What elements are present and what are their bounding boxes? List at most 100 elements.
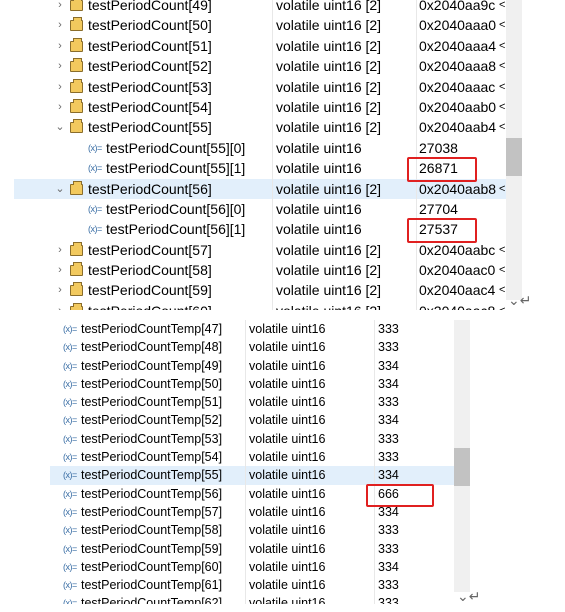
table-row[interactable]: › testPeriodCount[49] volatile uint16 [2] 0… [14, 0, 506, 16]
variable-type: volatile uint16 [276, 221, 362, 238]
variable-value[interactable]: 333 [378, 338, 448, 356]
variable-name: testPeriodCountTemp[58] [81, 523, 223, 538]
variable-value[interactable]: 334 [378, 411, 448, 429]
chevron-right-icon[interactable]: › [54, 0, 66, 15]
table-row[interactable]: (x)= testPeriodCountTemp[58] volatile uint… [50, 521, 454, 540]
chevron-right-icon[interactable]: › [54, 15, 66, 35]
table-row[interactable]: (x)= testPeriodCountTemp[60] volatile uint… [50, 557, 454, 577]
chevron-right-icon[interactable]: › [54, 280, 66, 300]
variable-value[interactable]: 0x2040aaa8 [419, 56, 499, 76]
vertical-scrollbar-bottom[interactable] [454, 320, 470, 592]
variable-value[interactable]: 333 [378, 448, 448, 466]
table-row[interactable]: › testPeriodCount[60] volatile uint16 [2] 0… [14, 300, 506, 310]
chevron-down-icon[interactable]: ⌄ [54, 179, 66, 199]
variable-value[interactable]: 0x2040aac0 [419, 260, 499, 280]
column-divider [374, 466, 375, 485]
scrollbar-thumb-bottom[interactable] [454, 448, 470, 486]
table-row[interactable]: › testPeriodCount[52] volatile uint16 [2] 0… [14, 56, 506, 77]
variable-value[interactable]: 333 [378, 521, 448, 539]
chevron-right-icon[interactable]: › [54, 77, 66, 97]
variable-value[interactable]: 333 [378, 393, 448, 411]
variable-type: volatile uint16 [249, 523, 326, 538]
table-row[interactable]: › testPeriodCount[50] volatile uint16 [2] 0… [14, 15, 506, 36]
column-divider [374, 576, 375, 595]
variable-value[interactable]: 333 [378, 320, 448, 338]
variable-value[interactable]: 334 [378, 357, 448, 375]
column-divider [245, 557, 246, 577]
variable-value[interactable]: 0x2040aa9c [419, 0, 499, 15]
chevron-down-icon[interactable]: ⌄ [54, 117, 66, 137]
chevron-right-icon[interactable]: › [54, 301, 66, 310]
variable-value[interactable]: 333 [378, 594, 448, 604]
vertical-scrollbar-top[interactable] [506, 0, 522, 300]
table-row[interactable]: (x)= testPeriodCountTemp[52] volatile uint… [50, 411, 454, 430]
variable-value[interactable]: 333 [378, 576, 448, 594]
variable-name: testPeriodCountTemp[60] [81, 559, 223, 574]
table-row[interactable]: › testPeriodCount[58] volatile uint16 [2] 0… [14, 260, 506, 281]
variable-type: volatile uint16 [249, 431, 326, 446]
variable-value[interactable]: 0x2040aaa4 [419, 36, 499, 56]
struct-icon [70, 17, 83, 32]
variable-name: testPeriodCount[53] [88, 78, 212, 95]
table-row[interactable]: (x)= testPeriodCountTemp[53] volatile uint… [50, 429, 454, 449]
table-row[interactable]: (x)= testPeriodCountTemp[51] volatile uint… [50, 393, 454, 412]
chevron-right-icon[interactable]: › [54, 36, 66, 56]
table-row[interactable]: (x)= testPeriodCountTemp[50] volatile uint… [50, 374, 454, 394]
variable-value[interactable]: 27038 [419, 138, 499, 158]
table-row[interactable]: (x)= testPeriodCountTemp[47] volatile uint… [50, 320, 454, 339]
variable-value[interactable]: 0x2040aaac [419, 77, 499, 97]
struct-icon [70, 78, 83, 93]
variable-type: volatile uint16 [2] [276, 282, 382, 299]
table-row[interactable]: (x)= testPeriodCountTemp[61] volatile uint… [50, 576, 454, 595]
table-row[interactable]: (x)= testPeriodCount[56][0] volatile uint1… [14, 198, 506, 220]
variable-value[interactable]: 0x2040aab4 [419, 117, 499, 137]
variable-name: testPeriodCountTemp[61] [81, 578, 223, 593]
variable-name: testPeriodCountTemp[47] [81, 322, 223, 336]
chevron-right-icon[interactable]: › [54, 56, 66, 76]
variable-value[interactable]: 333 [378, 540, 448, 558]
end-mark-bottom: ⌄↵ [457, 588, 481, 604]
table-row[interactable]: (x)= testPeriodCountTemp[59] volatile uint… [50, 539, 454, 558]
variable-name: testPeriodCount[60] [88, 301, 270, 310]
variable-value[interactable]: 334 [378, 375, 448, 393]
variable-type: volatile uint16 [2] [276, 301, 414, 310]
variable-icon: (x)= [88, 163, 102, 174]
scrollbar-thumb-top[interactable] [506, 138, 522, 176]
variable-value[interactable]: 0x2040aac8 [419, 301, 499, 310]
variable-type: volatile uint16 [249, 322, 326, 336]
variable-name: testPeriodCount[58] [88, 262, 212, 279]
variable-value[interactable]: 0x2040aac4 [419, 280, 499, 300]
struct-icon [70, 0, 83, 11]
variable-value[interactable]: 27704 [419, 199, 499, 219]
variable-icon: (x)= [63, 506, 77, 517]
table-row[interactable]: ⌄ testPeriodCount[55] volatile uint16 [2] 0… [14, 117, 506, 138]
chevron-right-icon[interactable]: › [54, 240, 66, 260]
table-row[interactable]: › testPeriodCount[59] volatile uint16 [2] 0… [14, 280, 506, 301]
variable-value[interactable]: 0x2040aaa0 [419, 15, 499, 35]
table-row[interactable]: (x)= testPeriodCountTemp[62] volatile uint… [50, 594, 454, 604]
chevron-right-icon[interactable]: › [54, 260, 66, 280]
column-divider [272, 76, 273, 97]
table-row[interactable]: (x)= testPeriodCountTemp[54] volatile uint… [50, 448, 454, 467]
table-row[interactable]: (x)= testPeriodCount[55][0] volatile uint1… [14, 137, 506, 159]
variable-name: testPeriodCountTemp[50] [81, 376, 223, 391]
table-row[interactable]: › testPeriodCount[51] volatile uint16 [2] 0… [14, 35, 506, 57]
table-row[interactable]: (x)= testPeriodCountTemp[49] volatile uint… [50, 356, 454, 375]
column-divider [416, 56, 417, 77]
table-row[interactable]: (x)= testPeriodCountTemp[55] volatile uint… [50, 466, 454, 485]
variable-value[interactable]: 334 [378, 466, 448, 484]
column-divider [416, 198, 417, 220]
column-divider [374, 429, 375, 449]
table-row[interactable]: › testPeriodCount[53] volatile uint16 [2] 0… [14, 76, 506, 97]
column-divider [272, 178, 273, 199]
variable-icon: (x)= [63, 580, 77, 591]
chevron-right-icon[interactable]: › [54, 97, 66, 117]
table-row[interactable]: (x)= testPeriodCountTemp[48] volatile uint… [50, 338, 454, 357]
variable-value[interactable]: 0x2040aab0 [419, 97, 499, 117]
variable-value[interactable]: 333 [378, 430, 448, 448]
table-row[interactable]: › testPeriodCount[54] volatile uint16 [2] 0… [14, 96, 506, 118]
variable-icon: (x)= [63, 415, 77, 426]
variable-value[interactable]: 334 [378, 558, 448, 576]
variable-name: testPeriodCount[56] [88, 180, 212, 197]
variable-icon: (x)= [63, 470, 77, 481]
